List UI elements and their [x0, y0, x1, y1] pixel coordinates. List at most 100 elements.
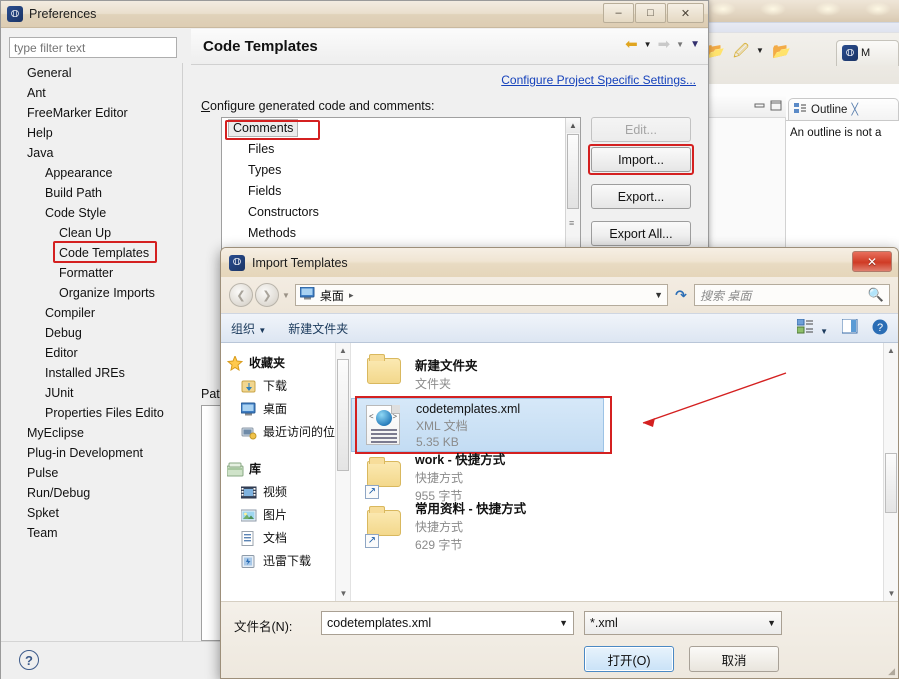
filetype-dropdown-icon[interactable]: ▼ [767, 618, 776, 628]
help-icon[interactable]: ? [19, 650, 39, 670]
recent-locations-icon[interactable]: ▼ [282, 291, 290, 300]
sidebar-item-code-templates[interactable]: Code Templates [9, 243, 181, 263]
navpane-scroll-up-icon[interactable]: ▲ [336, 343, 350, 358]
file-list[interactable]: 新建文件夹 文件夹 < > codetemplates.xml XML 文档 5.35 KB… [351, 343, 898, 601]
tab-outline[interactable]: Outline ╳ [788, 98, 899, 120]
navigation-pane[interactable]: 收藏夹 下载 桌面 最近访问的位置库视频 图片 文档 迅雷下载 ▲ ▼ [221, 343, 351, 601]
navpane-scroll-down-icon[interactable]: ▼ [336, 586, 350, 601]
sidebar-item-plug-in-development[interactable]: Plug-in Development [9, 443, 181, 463]
minimize-view-icon[interactable] [754, 100, 766, 111]
filelist-scroll-down-icon[interactable]: ▼ [884, 586, 898, 601]
file-list-item[interactable]: ↗ 常用资料 - 快捷方式 快捷方式 629 字节 [351, 501, 898, 552]
sidebar-item-spket[interactable]: Spket [9, 503, 181, 523]
filetype-select[interactable]: *.xml ▼ [584, 611, 782, 635]
template-node-files[interactable]: Files [222, 139, 580, 160]
template-node-methods[interactable]: Methods [222, 223, 580, 244]
resize-grip-icon[interactable]: ◢ [888, 666, 895, 677]
nav-item-thunder-download[interactable]: 迅雷下载 [227, 549, 350, 572]
sidebar-item-clean-up[interactable]: Clean Up [9, 223, 181, 243]
sidebar-item-java[interactable]: Java [9, 143, 181, 163]
organize-menu[interactable]: 组织 ▼ [231, 320, 266, 337]
forward-arrow-icon[interactable]: ➡ [658, 37, 671, 52]
filelist-scroll-thumb[interactable] [885, 453, 897, 513]
maximize-button[interactable]: □ [635, 3, 666, 23]
sidebar-item-properties-files-edito[interactable]: Properties Files Edito [9, 403, 181, 423]
configure-project-specific-settings-link[interactable]: Configure Project Specific Settings... [501, 73, 696, 87]
nav-item-pictures[interactable]: 图片 [227, 503, 350, 526]
file-list-item[interactable]: 新建文件夹 文件夹 [351, 349, 898, 398]
edit-button[interactable]: Edit... [591, 117, 691, 142]
sidebar-item-editor[interactable]: Editor [9, 343, 181, 363]
forward-button[interactable]: ❯ [255, 283, 279, 307]
nav-item-documents[interactable]: 文档 [227, 526, 350, 549]
filename-dropdown-icon[interactable]: ▼ [559, 618, 568, 628]
back-dropdown-icon[interactable]: ▼ [644, 40, 652, 49]
sidebar-item-team[interactable]: Team [9, 523, 181, 543]
refresh-icon[interactable]: ↷ [668, 287, 694, 304]
preview-pane-icon[interactable] [841, 318, 858, 337]
filelist-scrollbar[interactable]: ▲ ▼ [883, 343, 898, 601]
cancel-button[interactable]: 取消 [689, 646, 779, 672]
filter-input[interactable] [9, 37, 177, 58]
search-input[interactable]: 搜索 桌面 🔍 [694, 284, 890, 306]
sidebar-item-installed-jres[interactable]: Installed JREs [9, 363, 181, 383]
open-resource-icon[interactable]: 📂 [772, 44, 791, 59]
export-all-button[interactable]: Export All... [591, 221, 691, 246]
nav-item-star[interactable]: 收藏夹 [226, 351, 350, 374]
sidebar-item-code-style[interactable]: Code Style [9, 203, 181, 223]
maximize-view-icon[interactable] [770, 100, 782, 111]
sidebar-item-freemarker-editor[interactable]: FreeMarker Editor [9, 103, 181, 123]
sidebar-item-general[interactable]: General [9, 63, 181, 83]
sidebar-item-build-path[interactable]: Build Path [9, 183, 181, 203]
sidebar-item-debug[interactable]: Debug [9, 323, 181, 343]
template-node-fields[interactable]: Fields [222, 181, 580, 202]
close-icon[interactable]: ╳ [851, 103, 858, 116]
address-bar[interactable]: 桌面 ▸ ▼ [294, 284, 668, 306]
forward-dropdown-icon[interactable]: ▼ [676, 40, 684, 49]
nav-item-recent-places[interactable]: 最近访问的位置 [227, 420, 350, 443]
templates-scroll-up-icon[interactable]: ▲ [566, 118, 580, 133]
nav-item-downloads[interactable]: 下载 [227, 374, 350, 397]
template-node-types[interactable]: Types [222, 160, 580, 181]
sidebar-item-ant[interactable]: Ant [9, 83, 181, 103]
templates-scroll-thumb[interactable] [567, 134, 579, 209]
open-button[interactable]: 打开(O) [584, 646, 674, 672]
filename-input[interactable]: codetemplates.xml ▼ [321, 611, 574, 635]
page-menu-icon[interactable]: ▼ [690, 39, 700, 50]
sidebar-item-formatter[interactable]: Formatter [9, 263, 181, 283]
address-separator-icon[interactable]: ▸ [349, 290, 354, 301]
pencil-icon[interactable]: 🖉 [733, 44, 749, 59]
preferences-tree[interactable]: General Ant FreeMarker Editor Help Java Appea… [9, 63, 181, 647]
navpane-scroll-thumb[interactable] [337, 359, 349, 471]
filelist-scroll-up-icon[interactable]: ▲ [884, 343, 898, 358]
dialog-close-button[interactable]: ✕ [852, 251, 892, 272]
sidebar-item-help[interactable]: Help [9, 123, 181, 143]
sidebar-item-pulse[interactable]: Pulse [9, 463, 181, 483]
perspective-switcher[interactable]: 𝕆 M [836, 40, 899, 66]
navpane-scrollbar[interactable]: ▲ ▼ [335, 343, 350, 601]
template-node-comments[interactable]: Comments [222, 118, 580, 139]
nav-item-library[interactable]: 库 [226, 457, 350, 480]
template-node-constructors[interactable]: Constructors [222, 202, 580, 223]
nav-item-desktop[interactable]: 桌面 [227, 397, 350, 420]
export-button[interactable]: Export... [591, 184, 691, 209]
back-button[interactable]: ❮ [229, 283, 253, 307]
new-folder-button[interactable]: 新建文件夹 [288, 320, 348, 337]
sidebar-item-compiler[interactable]: Compiler [9, 303, 181, 323]
sidebar-item-myeclipse[interactable]: MyEclipse [9, 423, 181, 443]
minimize-button[interactable]: – [603, 3, 634, 23]
file-list-item[interactable]: < > codetemplates.xml XML 文档 5.35 KB [351, 398, 604, 452]
help-icon[interactable]: ? [872, 319, 888, 338]
address-dropdown-icon[interactable]: ▼ [654, 290, 663, 300]
sidebar-item-appearance[interactable]: Appearance [9, 163, 181, 183]
nav-item-video[interactable]: 视频 [227, 480, 350, 503]
view-mode-icon[interactable]: ▼ [796, 318, 828, 337]
sidebar-item-junit[interactable]: JUnit [9, 383, 181, 403]
sidebar-item-run-debug[interactable]: Run/Debug [9, 483, 181, 503]
chevron-down-icon[interactable]: ▼ [756, 47, 764, 55]
back-arrow-icon[interactable]: ⬅ [625, 37, 638, 52]
import-button[interactable]: Import... [591, 147, 691, 172]
file-list-item[interactable]: ↗ work - 快捷方式 快捷方式 955 字节 [351, 452, 898, 503]
close-button[interactable]: ✕ [667, 3, 704, 23]
sidebar-item-organize-imports[interactable]: Organize Imports [9, 283, 181, 303]
